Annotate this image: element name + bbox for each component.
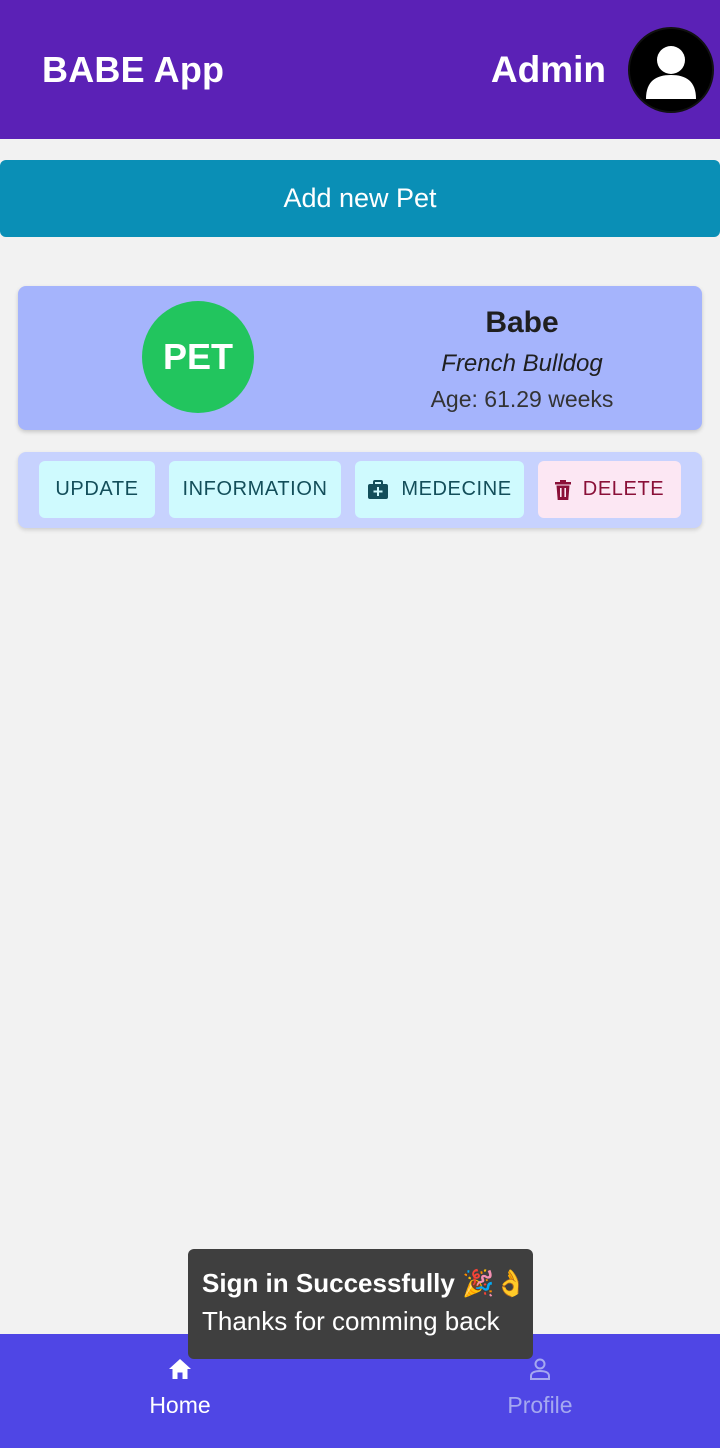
toast-title: Sign in Successfully 🎉👌 [202, 1268, 527, 1298]
user-name: Admin [490, 48, 606, 90]
avatar[interactable] [628, 26, 714, 113]
pet-age: Age: 61.29 weeks [430, 386, 614, 412]
pet-info: Babe French Bulldog Age: 61.29 weeks [402, 304, 642, 416]
toast-message: Thanks for comming back [202, 1306, 500, 1336]
app-title: BABE App [42, 48, 225, 90]
delete-button[interactable]: DELETE [538, 461, 681, 518]
pet-name: Babe [485, 306, 559, 339]
home-icon [169, 1359, 191, 1379]
nav-home-label: Home [149, 1392, 211, 1418]
add-new-pet-button[interactable]: Add new Pet [0, 160, 720, 237]
header-user-area: Admin [490, 26, 714, 113]
sign-in-toast: Sign in Successfully 🎉👌 Thanks for commi… [188, 1249, 533, 1359]
update-button-label: UPDATE [55, 478, 139, 500]
app-screen: BABE App Admin Add new Pet PET Babe Fren… [0, 0, 720, 1448]
information-button[interactable]: INFORMATION [169, 461, 341, 518]
medical-kit-icon [368, 479, 389, 499]
medecine-button-label: MEDECINE [401, 478, 512, 500]
information-button-label: INFORMATION [182, 478, 328, 500]
update-button[interactable]: UPDATE [39, 461, 155, 518]
person-icon [530, 1358, 550, 1380]
trash-icon [554, 479, 571, 500]
app-header: BABE App Admin [0, 0, 720, 139]
delete-button-label: DELETE [582, 478, 665, 500]
medecine-button[interactable]: MEDECINE [355, 461, 524, 518]
pet-actions-panel: UPDATE INFORMATION MEDECINE DELETE [18, 452, 702, 528]
pet-card[interactable]: PET Babe French Bulldog Age: 61.29 weeks [18, 286, 702, 430]
user-silhouette-icon [646, 45, 696, 99]
pet-breed: French Bulldog [441, 350, 603, 377]
pet-badge: PET [142, 301, 254, 413]
nav-profile-label: Profile [507, 1392, 573, 1418]
